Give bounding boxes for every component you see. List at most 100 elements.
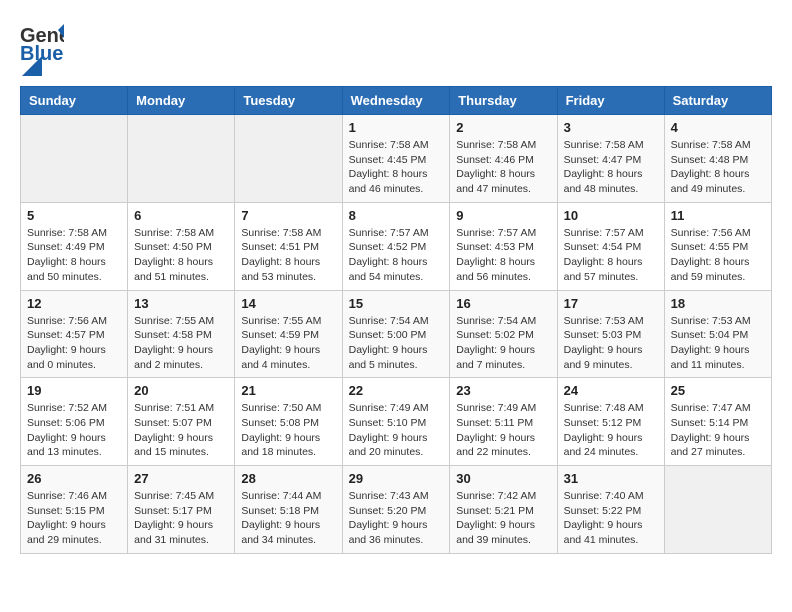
- calendar-cell: 13 Sunrise: 7:55 AM Sunset: 4:58 PM Dayli…: [128, 290, 235, 378]
- calendar-cell: [664, 466, 771, 554]
- calendar-cell: 24Sunrise: 7:48 AM Sunset: 5:12 PM Dayli…: [557, 378, 664, 466]
- day-number: 14: [241, 296, 335, 311]
- day-info: Sunrise: 7:58 AM Sunset: 4:48 PM Dayligh…: [671, 138, 765, 197]
- calendar-body: 1 Sunrise: 7:58 AM Sunset: 4:45 PM Daylig…: [21, 115, 772, 554]
- day-info: Sunrise: 7:42 AM Sunset: 5:21 PM Dayligh…: [456, 489, 550, 548]
- day-number: 6: [134, 208, 228, 223]
- day-info: Sunrise: 7:47 AM Sunset: 5:14 PM Dayligh…: [671, 401, 765, 460]
- day-info: Sunrise: 7:58 AM Sunset: 4:47 PM Dayligh…: [564, 138, 658, 197]
- calendar-cell: 16 Sunrise: 7:54 AM Sunset: 5:02 PM Dayli…: [450, 290, 557, 378]
- day-info: Sunrise: 7:53 AM Sunset: 5:03 PM Dayligh…: [564, 314, 658, 373]
- day-number: 24: [564, 383, 658, 398]
- calendar-cell: 19 Sunrise: 7:52 AM Sunset: 5:06 PM Dayli…: [21, 378, 128, 466]
- calendar-week-row: 1 Sunrise: 7:58 AM Sunset: 4:45 PM Daylig…: [21, 115, 772, 203]
- day-info: Sunrise: 7:52 AM Sunset: 5:06 PM Dayligh…: [27, 401, 121, 460]
- calendar-cell: 5 Sunrise: 7:58 AM Sunset: 4:49 PM Daylig…: [21, 202, 128, 290]
- day-number: 10: [564, 208, 658, 223]
- day-info: Sunrise: 7:58 AM Sunset: 4:51 PM Dayligh…: [241, 226, 335, 285]
- calendar-cell: 7Sunrise: 7:58 AM Sunset: 4:51 PM Daylig…: [235, 202, 342, 290]
- day-info: Sunrise: 7:53 AM Sunset: 5:04 PM Dayligh…: [671, 314, 765, 373]
- calendar-cell: 25 Sunrise: 7:47 AM Sunset: 5:14 PM Dayli…: [664, 378, 771, 466]
- calendar-cell: 26Sunrise: 7:46 AM Sunset: 5:15 PM Dayli…: [21, 466, 128, 554]
- calendar-cell: 11Sunrise: 7:56 AM Sunset: 4:55 PM Dayli…: [664, 202, 771, 290]
- calendar-cell: 22 Sunrise: 7:49 AM Sunset: 5:10 PM Dayli…: [342, 378, 450, 466]
- day-number: 12: [27, 296, 121, 311]
- weekday-header: Thursday: [450, 87, 557, 115]
- day-number: 16: [456, 296, 550, 311]
- day-info: Sunrise: 7:58 AM Sunset: 4:50 PM Dayligh…: [134, 226, 228, 285]
- calendar-cell: [21, 115, 128, 203]
- calendar: SundayMondayTuesdayWednesdayThursdayFrid…: [20, 86, 772, 554]
- day-info: Sunrise: 7:40 AM Sunset: 5:22 PM Dayligh…: [564, 489, 658, 548]
- calendar-cell: 15Sunrise: 7:54 AM Sunset: 5:00 PM Dayli…: [342, 290, 450, 378]
- calendar-cell: 18Sunrise: 7:53 AM Sunset: 5:04 PM Dayli…: [664, 290, 771, 378]
- day-number: 9: [456, 208, 550, 223]
- day-info: Sunrise: 7:49 AM Sunset: 5:11 PM Dayligh…: [456, 401, 550, 460]
- day-info: Sunrise: 7:43 AM Sunset: 5:20 PM Dayligh…: [349, 489, 444, 548]
- weekday-header: Monday: [128, 87, 235, 115]
- day-info: Sunrise: 7:49 AM Sunset: 5:10 PM Dayligh…: [349, 401, 444, 460]
- day-number: 26: [27, 471, 121, 486]
- day-info: Sunrise: 7:51 AM Sunset: 5:07 PM Dayligh…: [134, 401, 228, 460]
- day-info: Sunrise: 7:54 AM Sunset: 5:02 PM Dayligh…: [456, 314, 550, 373]
- day-number: 29: [349, 471, 444, 486]
- day-info: Sunrise: 7:55 AM Sunset: 4:58 PM Dayligh…: [134, 314, 228, 373]
- calendar-cell: 28 Sunrise: 7:44 AM Sunset: 5:18 PM Dayli…: [235, 466, 342, 554]
- day-info: Sunrise: 7:55 AM Sunset: 4:59 PM Dayligh…: [241, 314, 335, 373]
- day-info: Sunrise: 7:56 AM Sunset: 4:57 PM Dayligh…: [27, 314, 121, 373]
- day-number: 27: [134, 471, 228, 486]
- calendar-cell: 12 Sunrise: 7:56 AM Sunset: 4:57 PM Dayli…: [21, 290, 128, 378]
- day-number: 23: [456, 383, 550, 398]
- day-number: 30: [456, 471, 550, 486]
- day-number: 1: [349, 120, 444, 135]
- day-number: 31: [564, 471, 658, 486]
- day-info: Sunrise: 7:44 AM Sunset: 5:18 PM Dayligh…: [241, 489, 335, 548]
- day-info: Sunrise: 7:57 AM Sunset: 4:52 PM Dayligh…: [349, 226, 444, 285]
- day-number: 22: [349, 383, 444, 398]
- calendar-cell: 14 Sunrise: 7:55 AM Sunset: 4:59 PM Dayli…: [235, 290, 342, 378]
- day-number: 5: [27, 208, 121, 223]
- calendar-cell: 20 Sunrise: 7:51 AM Sunset: 5:07 PM Dayli…: [128, 378, 235, 466]
- calendar-week-row: 19 Sunrise: 7:52 AM Sunset: 5:06 PM Dayli…: [21, 378, 772, 466]
- logo: General Blue: [20, 20, 64, 70]
- calendar-cell: 2Sunrise: 7:58 AM Sunset: 4:46 PM Daylig…: [450, 115, 557, 203]
- day-info: Sunrise: 7:45 AM Sunset: 5:17 PM Dayligh…: [134, 489, 228, 548]
- day-number: 28: [241, 471, 335, 486]
- calendar-cell: [235, 115, 342, 203]
- day-number: 25: [671, 383, 765, 398]
- day-info: Sunrise: 7:58 AM Sunset: 4:49 PM Dayligh…: [27, 226, 121, 285]
- weekday-header: Saturday: [664, 87, 771, 115]
- logo-triangle-icon: [22, 56, 42, 76]
- day-number: 3: [564, 120, 658, 135]
- day-info: Sunrise: 7:58 AM Sunset: 4:46 PM Dayligh…: [456, 138, 550, 197]
- calendar-cell: 9Sunrise: 7:57 AM Sunset: 4:53 PM Daylig…: [450, 202, 557, 290]
- calendar-cell: [128, 115, 235, 203]
- day-info: Sunrise: 7:50 AM Sunset: 5:08 PM Dayligh…: [241, 401, 335, 460]
- day-number: 4: [671, 120, 765, 135]
- calendar-cell: 30 Sunrise: 7:42 AM Sunset: 5:21 PM Dayli…: [450, 466, 557, 554]
- weekday-header: Friday: [557, 87, 664, 115]
- day-number: 21: [241, 383, 335, 398]
- calendar-week-row: 12 Sunrise: 7:56 AM Sunset: 4:57 PM Dayli…: [21, 290, 772, 378]
- day-number: 20: [134, 383, 228, 398]
- calendar-cell: 10 Sunrise: 7:57 AM Sunset: 4:54 PM Dayli…: [557, 202, 664, 290]
- calendar-header-row: SundayMondayTuesdayWednesdayThursdayFrid…: [21, 87, 772, 115]
- calendar-cell: 8 Sunrise: 7:57 AM Sunset: 4:52 PM Daylig…: [342, 202, 450, 290]
- day-info: Sunrise: 7:56 AM Sunset: 4:55 PM Dayligh…: [671, 226, 765, 285]
- header: General Blue: [20, 20, 772, 70]
- weekday-header: Sunday: [21, 87, 128, 115]
- calendar-cell: 3 Sunrise: 7:58 AM Sunset: 4:47 PM Daylig…: [557, 115, 664, 203]
- calendar-week-row: 5 Sunrise: 7:58 AM Sunset: 4:49 PM Daylig…: [21, 202, 772, 290]
- calendar-cell: 23 Sunrise: 7:49 AM Sunset: 5:11 PM Dayli…: [450, 378, 557, 466]
- calendar-cell: 29 Sunrise: 7:43 AM Sunset: 5:20 PM Dayli…: [342, 466, 450, 554]
- day-number: 19: [27, 383, 121, 398]
- day-info: Sunrise: 7:57 AM Sunset: 4:54 PM Dayligh…: [564, 226, 658, 285]
- calendar-cell: 6 Sunrise: 7:58 AM Sunset: 4:50 PM Daylig…: [128, 202, 235, 290]
- weekday-header: Tuesday: [235, 87, 342, 115]
- day-info: Sunrise: 7:58 AM Sunset: 4:45 PM Dayligh…: [349, 138, 444, 197]
- day-info: Sunrise: 7:54 AM Sunset: 5:00 PM Dayligh…: [349, 314, 444, 373]
- day-number: 8: [349, 208, 444, 223]
- day-number: 13: [134, 296, 228, 311]
- calendar-cell: 1 Sunrise: 7:58 AM Sunset: 4:45 PM Daylig…: [342, 115, 450, 203]
- weekday-header: Wednesday: [342, 87, 450, 115]
